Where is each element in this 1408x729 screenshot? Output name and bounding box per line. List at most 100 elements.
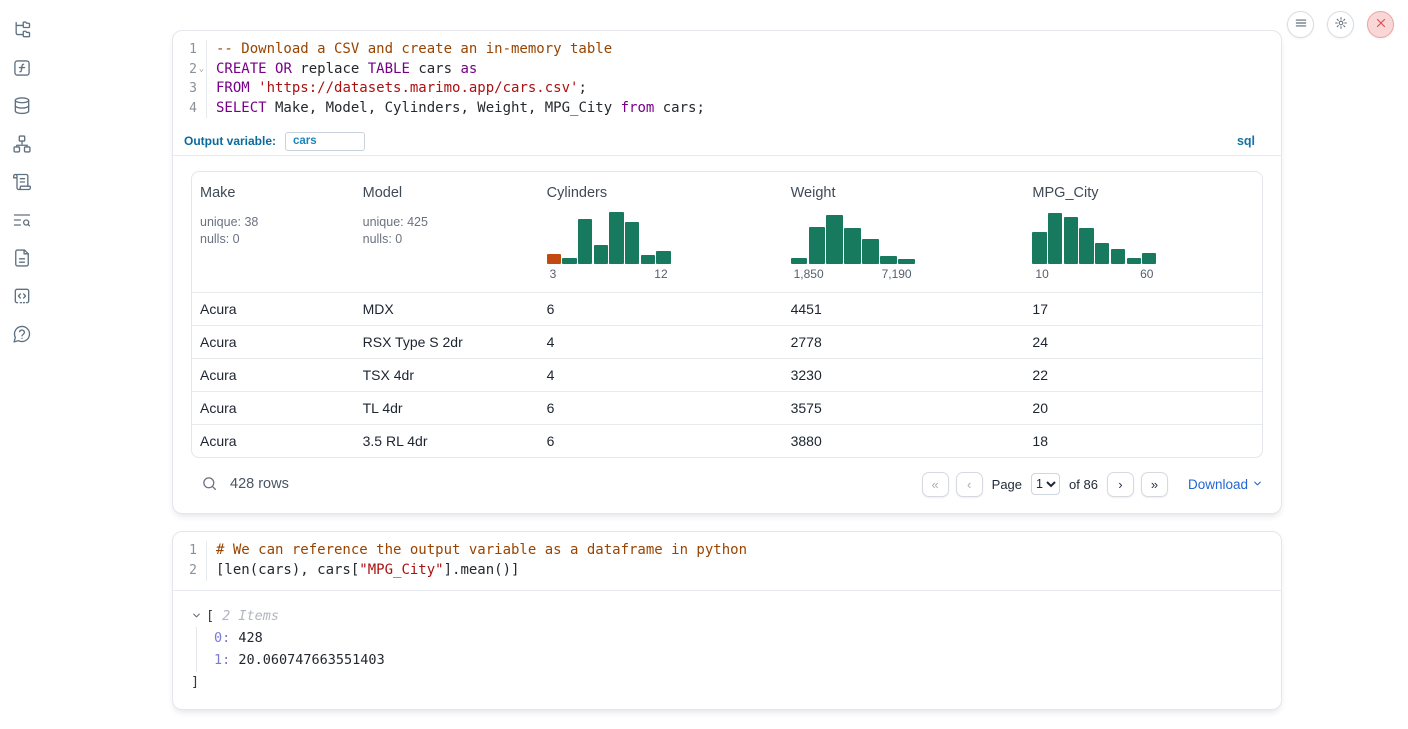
shutdown-button[interactable] [1367,11,1394,38]
download-button[interactable]: Download [1188,476,1263,492]
help-button[interactable] [10,322,34,346]
table-cell: Acura [192,301,355,317]
last-page-button[interactable]: » [1141,472,1168,497]
table-cell: 22 [1024,367,1262,383]
table-cell: TL 4dr [355,400,539,416]
histogram-bar [1127,258,1141,264]
line-number: 3 [173,79,197,99]
histogram-bar [809,227,825,264]
page-total-label: of 86 [1069,477,1098,492]
code-text: FROM 'https://datasets.marimo.app/cars.c… [207,79,587,99]
datasources-button[interactable] [10,94,34,118]
histogram-bar [1064,217,1078,265]
table-cell: 4451 [783,301,1025,317]
column-histogram: 1,8507,190 [791,212,915,281]
row-count: 428 rows [230,476,289,492]
tree-entry-value: 428 [230,630,263,646]
download-label: Download [1188,477,1248,492]
fold-gutter [197,40,207,60]
column-header-mpg_city[interactable]: MPG_City1060 [1024,172,1262,292]
table-cell: TSX 4dr [355,367,539,383]
fold-gutter [197,541,207,561]
code-text: CREATE OR replace TABLE cars as [207,60,477,80]
tree-entry: 0: 428 [214,627,1263,650]
fold-gutter [197,99,207,119]
snippets-button[interactable] [10,246,34,270]
histogram-bar [1142,253,1156,264]
tree-entry-key: 0: [214,630,230,646]
help-icon [12,324,32,344]
histogram-bar [1079,228,1093,264]
histogram-bars [791,212,915,264]
histogram-bar [862,239,878,264]
table-cell: Acura [192,400,355,416]
histogram-bar [547,254,561,264]
code-text: # We can reference the output variable a… [207,541,747,561]
functions-button[interactable] [10,56,34,80]
table-cell: 3880 [783,433,1025,449]
close-bracket: ] [191,672,1263,692]
menu-button[interactable] [1287,11,1314,38]
histogram-bar [1095,243,1109,265]
sql-code-editor[interactable]: 1 -- Download a CSV and create an in-memo… [173,31,1281,127]
first-page-button[interactable]: « [922,472,949,497]
table-row: Acura3.5 RL 4dr6388018 [192,424,1262,457]
output-variable-input[interactable] [285,132,365,151]
search-button[interactable] [200,475,218,493]
code-line: 1 # We can reference the output variable … [173,541,1281,561]
sql-cell: 1 -- Download a CSV and create an in-memo… [172,30,1282,514]
chevron-down-icon [1252,476,1263,492]
gear-icon [1334,16,1348,33]
line-number: 1 [173,541,197,561]
code-text: [len(cars), cars["MPG_City"].mean()] [207,561,519,581]
column-header-make[interactable]: Makeunique: 38nulls: 0 [192,172,355,292]
prev-page-button[interactable]: ‹ [956,472,983,497]
sidebar [0,18,44,346]
page-select[interactable]: 1 [1031,473,1060,495]
histogram-bar [578,219,592,265]
scratchpad-icon [12,286,32,306]
table-cell: Acura [192,334,355,350]
dependency-graph-button[interactable] [10,132,34,156]
data-table: Makeunique: 38nulls: 0Modelunique: 425nu… [191,171,1263,458]
histogram-bar [594,245,608,265]
next-page-button[interactable]: › [1107,472,1134,497]
column-histogram: 312 [547,212,671,281]
collapse-caret-icon[interactable] [191,610,204,623]
column-header-model[interactable]: Modelunique: 425nulls: 0 [355,172,539,292]
column-header-weight[interactable]: Weight1,8507,190 [783,172,1025,292]
column-name: Make [200,185,235,201]
code-text: -- Download a CSV and create an in-memor… [207,40,612,60]
fold-gutter [197,79,207,99]
histogram-bar [898,259,914,265]
python-cell: 1 # We can reference the output variable … [172,531,1282,709]
settings-button[interactable] [1327,11,1354,38]
fold-toggle-icon[interactable]: ⌄ [197,60,207,80]
output-variable-row: Output variable: sql [173,127,1281,156]
python-code-editor[interactable]: 1 # We can reference the output variable … [173,532,1281,590]
menu-icon [1294,16,1308,33]
scratchpad-button[interactable] [10,284,34,308]
column-histogram: 1060 [1032,212,1156,281]
histogram-bar [1111,249,1125,265]
file-explorer-button[interactable] [10,18,34,42]
logs-button[interactable] [10,170,34,194]
line-number: 1 [173,40,197,60]
code-line: 4SELECT Make, Model, Cylinders, Weight, … [173,99,1281,119]
table-cell: 3575 [783,400,1025,416]
output-variable-label: Output variable: [184,134,276,148]
table-cell: 3.5 RL 4dr [355,433,539,449]
table-cell: 2778 [783,334,1025,350]
table-row: AcuraTL 4dr6357520 [192,391,1262,424]
table-cell: 17 [1024,301,1262,317]
table-cell: 20 [1024,400,1262,416]
notebook: 1 -- Download a CSV and create an in-memo… [172,30,1282,710]
table-header-row: Makeunique: 38nulls: 0Modelunique: 425nu… [192,172,1262,292]
snippets-icon [12,248,32,268]
table-body: AcuraMDX6445117AcuraRSX Type S 2dr427782… [192,292,1262,457]
column-header-cylinders[interactable]: Cylinders312 [539,172,783,292]
tree-body: 0: 4281: 20.060747663551403 [196,627,1263,672]
documentation-search-button[interactable] [10,208,34,232]
code-line: 2⌄CREATE OR replace TABLE cars as [173,60,1281,80]
histogram-bar [791,258,807,264]
